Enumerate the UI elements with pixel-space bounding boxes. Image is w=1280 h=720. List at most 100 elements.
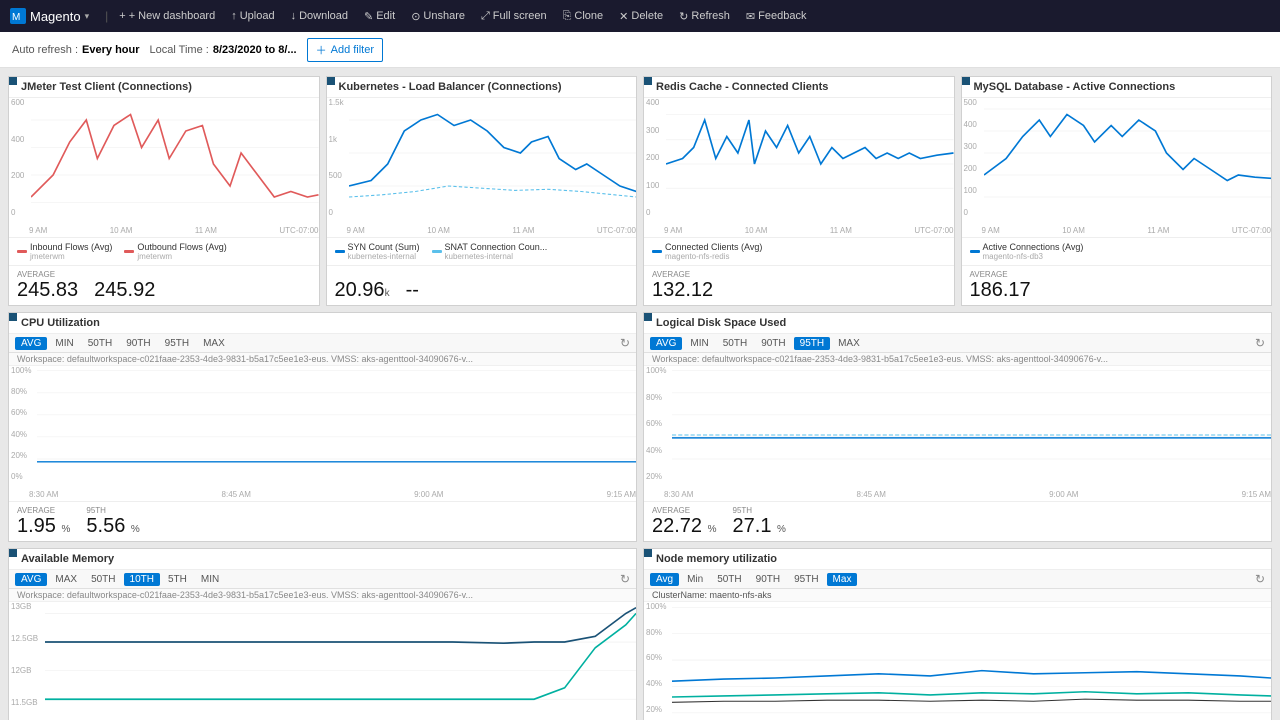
tab-50th-disk[interactable]: 50TH <box>717 337 753 350</box>
panel-cpu: CPU Utilization AVG MIN 50TH 90TH 95TH M… <box>8 312 637 542</box>
toolbar: Auto refresh : Every hour Local Time : 8… <box>0 32 1280 68</box>
stat-95th-disk: 95TH 27.1 % <box>733 506 786 537</box>
row-utilization: CPU Utilization AVG MIN 50TH 90TH 95TH M… <box>8 312 1272 542</box>
tab-50th-node[interactable]: 50TH <box>711 573 747 586</box>
workspace-disk: Workspace: defaultworkspace-c021faae-235… <box>644 353 1271 366</box>
panel-jmeter: JMeter Test Client (Connections) 600 400… <box>8 76 320 306</box>
panel-header-kubernetes: Kubernetes - Load Balancer (Connections) <box>327 77 637 98</box>
chart-redis: 400 300 200 100 0 9 AM10 AM11 AMUTC-07:0… <box>644 98 954 237</box>
legend-item-inbound: Inbound Flows (Avg)jmeterwm <box>17 242 112 261</box>
tab-5th-memory[interactable]: 5TH <box>162 573 193 586</box>
tab-95th-disk[interactable]: 95TH <box>794 337 830 350</box>
panel-corner <box>9 313 17 321</box>
tabs-memory: AVG MAX 50TH 10TH 5TH MIN ↻ <box>9 570 636 589</box>
fullscreen-btn[interactable]: ⤢ Full screen <box>476 8 552 25</box>
stats-kubernetes: 20.96k -- <box>327 265 637 305</box>
add-filter-icon: ＋ <box>316 42 327 58</box>
brand-chevron[interactable]: ▾ <box>85 11 90 22</box>
refresh-icon-disk[interactable]: ↻ <box>1255 336 1265 350</box>
auto-refresh[interactable]: Auto refresh : Every hour <box>12 44 140 56</box>
tab-min-cpu[interactable]: MIN <box>49 337 79 350</box>
auto-refresh-value: Every hour <box>82 44 139 56</box>
stat-avg-cpu: AVERAGE 1.95 % <box>17 506 70 537</box>
tab-95th-node[interactable]: 95TH <box>788 573 824 586</box>
unshare-btn[interactable]: ⊙ Unshare <box>406 8 470 25</box>
legend-jmeter: Inbound Flows (Avg)jmeterwm Outbound Flo… <box>9 237 319 265</box>
legend-item-outbound: Outbound Flows (Avg)jmeterwm <box>124 242 226 261</box>
refresh-btn[interactable]: ↻ Refresh <box>674 8 735 25</box>
time-label: Local Time : <box>150 44 209 56</box>
stats-jmeter: AVERAGE 245.83 245.92 <box>9 265 319 305</box>
stats-cpu: AVERAGE 1.95 % 95TH 5.56 % <box>9 501 636 541</box>
tab-90th-disk[interactable]: 90TH <box>755 337 791 350</box>
tab-10th-memory[interactable]: 10TH <box>124 573 160 586</box>
auto-refresh-label: Auto refresh : <box>12 44 78 56</box>
x-axis-disk: 8:30 AM8:45 AM9:00 AM9:15 AM <box>664 490 1271 499</box>
tab-min-disk[interactable]: MIN <box>684 337 714 350</box>
panel-disk: Logical Disk Space Used AVG MIN 50TH 90T… <box>643 312 1272 542</box>
clone-btn[interactable]: ⎘ Clone <box>558 8 609 25</box>
y-axis-cpu: 100% 80% 60% 40% 20% 0% <box>11 366 31 481</box>
x-axis-cpu: 8:30 AM8:45 AM9:00 AM9:15 AM <box>29 490 636 499</box>
refresh-icon-cpu[interactable]: ↻ <box>620 336 630 350</box>
legend-color-outbound <box>124 250 134 253</box>
y-axis-node: 100% 80% 60% 40% 20% 0% <box>646 602 666 720</box>
legend-color-syn <box>335 250 345 253</box>
download-btn[interactable]: ↓ Download <box>286 8 353 24</box>
refresh-icon-memory[interactable]: ↻ <box>620 572 630 586</box>
chart-mysql: 500 400 300 200 100 0 9 AM10 AM11 AMUT <box>962 98 1272 237</box>
x-axis-jmeter: 9 AM10 AM11 AMUTC-07:00 <box>29 226 319 235</box>
stat-out-jmeter: 245.92 <box>94 270 155 301</box>
delete-btn[interactable]: ✕ Delete <box>614 8 668 25</box>
tab-avg-cpu[interactable]: AVG <box>15 337 47 350</box>
upload-btn[interactable]: ↑ Upload <box>226 8 279 24</box>
tab-50th-cpu[interactable]: 50TH <box>82 337 118 350</box>
panel-title-jmeter: JMeter Test Client (Connections) <box>21 81 192 93</box>
tab-max-cpu[interactable]: MAX <box>197 337 231 350</box>
tab-min-memory[interactable]: MIN <box>195 573 225 586</box>
panel-header-jmeter: JMeter Test Client (Connections) <box>9 77 319 98</box>
legend-mysql: Active Connections (Avg)magento-nfs-db3 <box>962 237 1272 265</box>
panel-corner <box>327 77 335 85</box>
tab-95th-cpu[interactable]: 95TH <box>159 337 195 350</box>
tab-max-memory[interactable]: MAX <box>49 573 83 586</box>
panel-corner <box>962 77 970 85</box>
tab-avg-memory[interactable]: AVG <box>15 573 47 586</box>
stat-95th-cpu: 95TH 5.56 % <box>86 506 139 537</box>
workspace-memory: Workspace: defaultworkspace-c021faae-235… <box>9 589 636 602</box>
brand-logo[interactable]: M Magento ▾ <box>10 8 89 24</box>
tab-avg-node[interactable]: Avg <box>650 573 679 586</box>
legend-color-active-conn <box>970 250 980 253</box>
stat-avg-mysql: AVERAGE 186.17 <box>970 270 1031 301</box>
tab-avg-disk[interactable]: AVG <box>650 337 682 350</box>
feedback-btn[interactable]: ✉ Feedback <box>741 8 812 25</box>
svg-text:M: M <box>12 12 20 23</box>
tab-90th-node[interactable]: 90TH <box>750 573 786 586</box>
panel-corner <box>644 549 652 557</box>
y-axis-kubernetes: 1.5k 1k 500 0 <box>329 98 344 217</box>
stat-avg-disk: AVERAGE 22.72 % <box>652 506 717 537</box>
time-range[interactable]: Local Time : 8/23/2020 to 8/... <box>150 44 297 56</box>
panel-header-mysql: MySQL Database - Active Connections <box>962 77 1272 98</box>
chart-node-memory: 100% 80% 60% 40% 20% 0% <box>644 602 1271 720</box>
y-axis-mysql: 500 400 300 200 100 0 <box>964 98 977 217</box>
panel-memory: Available Memory AVG MAX 50TH 10TH 5TH M… <box>8 548 637 720</box>
edit-btn[interactable]: ✎ Edit <box>359 8 400 25</box>
row-memory: Available Memory AVG MAX 50TH 10TH 5TH M… <box>8 548 1272 720</box>
tab-50th-memory[interactable]: 50TH <box>85 573 121 586</box>
y-axis-memory: 13GB 12.5GB 12GB 11.5GB 11GB <box>11 602 38 720</box>
tab-max-node[interactable]: Max <box>827 573 858 586</box>
refresh-icon-node[interactable]: ↻ <box>1255 572 1265 586</box>
tab-max-disk[interactable]: MAX <box>832 337 866 350</box>
stat-syn-kubernetes: 20.96k <box>335 270 390 301</box>
chart-cpu: 100% 80% 60% 40% 20% 0% 8:30 AM8:45 AM <box>9 366 636 501</box>
x-axis-mysql: 9 AM10 AM11 AMUTC-07:00 <box>982 226 1272 235</box>
tab-min-node[interactable]: Min <box>681 573 709 586</box>
y-axis-disk: 100% 80% 60% 40% 20% <box>646 366 666 481</box>
panel-corner <box>9 77 17 85</box>
add-filter-btn[interactable]: ＋ Add filter <box>307 38 383 62</box>
tab-90th-cpu[interactable]: 90TH <box>120 337 156 350</box>
legend-item-active-conn: Active Connections (Avg)magento-nfs-db3 <box>970 242 1084 261</box>
chart-disk: 100% 80% 60% 40% 20% 8:30 AM8:45 AM9: <box>644 366 1271 501</box>
new-dashboard-btn[interactable]: ++ New dashboard <box>114 8 220 24</box>
